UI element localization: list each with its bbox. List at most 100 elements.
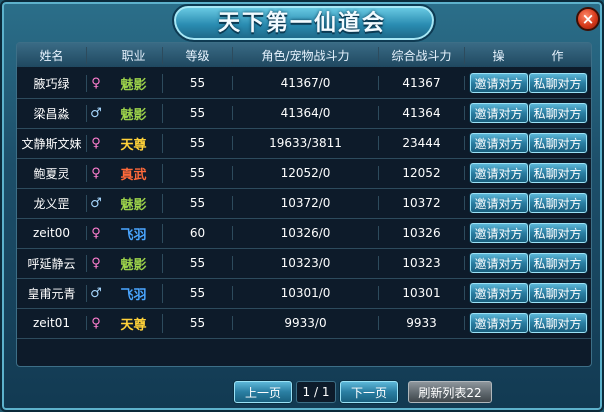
sex-symbol: ♂	[90, 195, 102, 211]
player-name: 文静斯文妹	[17, 134, 87, 152]
private-chat-button[interactable]: 私聊对方	[528, 283, 587, 303]
player-total-power: 10326	[379, 226, 465, 240]
row-actions: 邀请对方 私聊对方	[465, 103, 591, 123]
player-total-power: 10372	[379, 196, 465, 210]
header-job: 职业	[105, 46, 163, 64]
player-power: 9933/0	[233, 316, 379, 330]
private-chat-button[interactable]: 私聊对方	[528, 223, 587, 243]
ranking-table: 姓名 职业 等级 角色/宠物战斗力 综合战斗力 操 作 腋巧绿 ♀ 魅影 55 4136…	[16, 42, 592, 367]
player-power: 10301/0	[233, 286, 379, 300]
female-icon: ♀	[87, 316, 105, 331]
private-chat-button[interactable]: 私聊对方	[528, 163, 587, 183]
private-chat-button[interactable]: 私聊对方	[528, 133, 587, 153]
female-icon: ♀	[87, 226, 105, 241]
job-label: 魅影	[120, 257, 147, 273]
player-name: zeit01	[17, 316, 87, 330]
page-info: 1 / 1	[296, 381, 336, 403]
private-chat-button[interactable]: 私聊对方	[528, 313, 587, 333]
invite-button[interactable]: 邀请对方	[469, 313, 528, 333]
player-total-power: 10323	[379, 256, 465, 270]
player-power: 10326/0	[233, 226, 379, 240]
sex-symbol: ♀	[91, 225, 101, 241]
header-level: 等级	[163, 46, 233, 64]
invite-button[interactable]: 邀请对方	[469, 163, 528, 183]
player-total-power: 23444	[379, 136, 465, 150]
player-total-power: 9933	[379, 316, 465, 330]
invite-button[interactable]: 邀请对方	[469, 283, 528, 303]
sex-symbol: ♀	[91, 255, 101, 271]
player-total-power: 12052	[379, 166, 465, 180]
job-label: 魅影	[120, 107, 147, 123]
sex-symbol: ♀	[91, 165, 101, 181]
player-job: 天尊	[105, 133, 163, 153]
player-name: 鲍夏灵	[17, 164, 87, 182]
private-chat-button[interactable]: 私聊对方	[528, 73, 587, 93]
player-total-power: 41364	[379, 106, 465, 120]
table-row: 腋巧绿 ♀ 魅影 55 41367/0 41367 邀请对方 私聊对方	[17, 68, 591, 99]
player-power: 10372/0	[233, 196, 379, 210]
invite-button[interactable]: 邀请对方	[469, 253, 528, 273]
female-icon: ♀	[87, 76, 105, 91]
invite-button[interactable]: 邀请对方	[469, 133, 528, 153]
row-actions: 邀请对方 私聊对方	[465, 163, 591, 183]
player-job: 魅影	[105, 193, 163, 213]
job-label: 飞羽	[120, 227, 147, 243]
table-row: 龙义罡 ♂ 魅影 55 10372/0 10372 邀请对方 私聊对方	[17, 188, 591, 219]
refresh-list-button[interactable]: 刷新列表22	[408, 381, 492, 403]
male-icon: ♂	[87, 196, 105, 211]
job-label: 真武	[120, 167, 147, 183]
player-level: 55	[163, 166, 233, 180]
player-job: 真武	[105, 163, 163, 183]
table-row: zeit01 ♀ 天尊 55 9933/0 9933 邀请对方 私聊对方	[17, 308, 591, 339]
prev-page-button[interactable]: 上一页	[234, 381, 292, 403]
table-header: 姓名 职业 等级 角色/宠物战斗力 综合战斗力 操 作	[17, 43, 591, 67]
row-actions: 邀请对方 私聊对方	[465, 253, 591, 273]
next-page-button[interactable]: 下一页	[340, 381, 398, 403]
close-button[interactable]: ×	[576, 7, 600, 31]
player-power: 41367/0	[233, 76, 379, 90]
player-level: 55	[163, 106, 233, 120]
player-job: 魅影	[105, 253, 163, 273]
title-bar: 天下第一仙道会	[172, 2, 436, 42]
player-level: 55	[163, 256, 233, 270]
header-ops: 操 作	[465, 47, 591, 64]
header-name: 姓名	[17, 46, 87, 64]
player-power: 10323/0	[233, 256, 379, 270]
player-name: 腋巧绿	[17, 74, 87, 92]
row-actions: 邀请对方 私聊对方	[465, 73, 591, 93]
player-level: 55	[163, 136, 233, 150]
female-icon: ♀	[87, 166, 105, 181]
job-label: 天尊	[120, 137, 147, 153]
player-name: 呼延静云	[17, 254, 87, 272]
female-icon: ♀	[87, 256, 105, 271]
player-name: zeit00	[17, 226, 87, 240]
player-power: 41364/0	[233, 106, 379, 120]
private-chat-button[interactable]: 私聊对方	[528, 253, 587, 273]
player-level: 55	[163, 76, 233, 90]
invite-button[interactable]: 邀请对方	[469, 193, 528, 213]
private-chat-button[interactable]: 私聊对方	[528, 193, 587, 213]
invite-button[interactable]: 邀请对方	[469, 223, 528, 243]
player-total-power: 10301	[379, 286, 465, 300]
table-row: 文静斯文妹 ♀ 天尊 55 19633/3811 23444 邀请对方 私聊对方	[17, 128, 591, 159]
invite-button[interactable]: 邀请对方	[469, 103, 528, 123]
invite-button[interactable]: 邀请对方	[469, 73, 528, 93]
sex-symbol: ♀	[91, 315, 101, 331]
female-icon: ♀	[87, 136, 105, 151]
male-icon: ♂	[87, 106, 105, 121]
player-level: 55	[163, 316, 233, 330]
player-job: 飞羽	[105, 283, 163, 303]
player-power: 12052/0	[233, 166, 379, 180]
table-row: 呼延静云 ♀ 魅影 55 10323/0 10323 邀请对方 私聊对方	[17, 248, 591, 279]
job-label: 魅影	[120, 197, 147, 213]
sex-symbol: ♂	[90, 285, 102, 301]
private-chat-button[interactable]: 私聊对方	[528, 103, 587, 123]
player-level: 60	[163, 226, 233, 240]
job-label: 飞羽	[120, 287, 147, 303]
header-power: 角色/宠物战斗力	[233, 46, 379, 64]
male-icon: ♂	[87, 286, 105, 301]
header-ops-1: 操	[492, 48, 505, 63]
sex-symbol: ♀	[91, 135, 101, 151]
table-row: zeit00 ♀ 飞羽 60 10326/0 10326 邀请对方 私聊对方	[17, 218, 591, 249]
player-total-power: 41367	[379, 76, 465, 90]
